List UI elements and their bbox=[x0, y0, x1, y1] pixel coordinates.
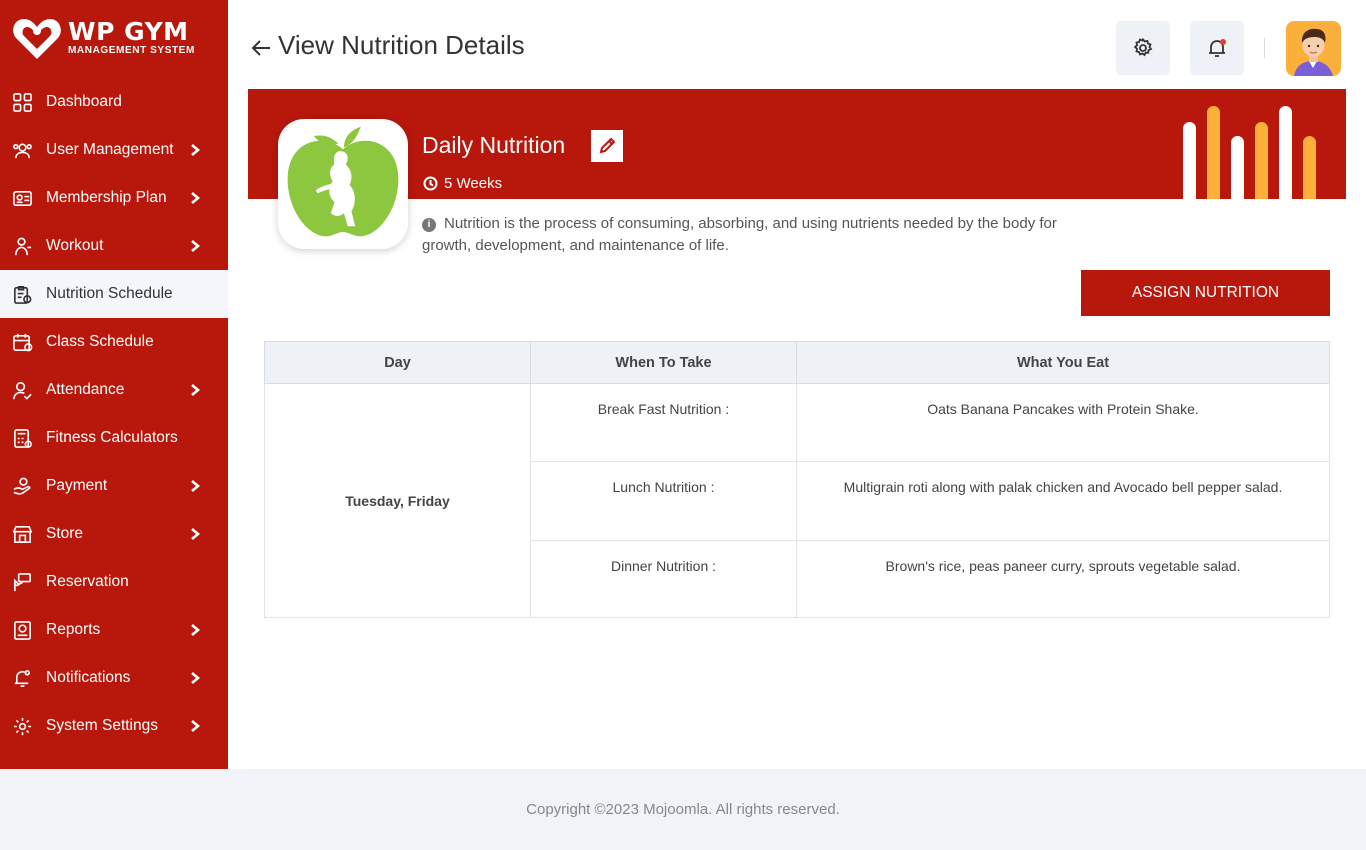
column-header-day: Day bbox=[264, 341, 531, 384]
duration-text: 5 Weeks bbox=[444, 175, 503, 192]
header: View Nutrition Details bbox=[228, 0, 1366, 89]
clock-icon bbox=[423, 176, 438, 191]
brand-subtitle: MANAGEMENT SYSTEM bbox=[68, 45, 195, 56]
nutrition-image bbox=[278, 119, 408, 249]
what-cell: Brown's rice, peas paneer curry, sprouts… bbox=[796, 540, 1330, 618]
workout-icon bbox=[11, 235, 33, 257]
page-title-text: View Nutrition Details bbox=[278, 30, 525, 60]
chevron-right-icon bbox=[188, 671, 202, 685]
column-header-what: What You Eat bbox=[796, 341, 1330, 384]
sidebar-item-label: Attendance bbox=[46, 381, 125, 398]
sidebar-item-label: Payment bbox=[46, 477, 108, 494]
when-cell: Break Fast Nutrition : bbox=[530, 383, 797, 462]
table-row: Tuesday, Friday Break Fast Nutrition : O… bbox=[264, 383, 1330, 618]
notifications-button[interactable] bbox=[1190, 21, 1244, 75]
table-header-row: Day When To Take What You Eat bbox=[264, 341, 1330, 384]
footer: Copyright ©2023 Mojoomla. All rights res… bbox=[0, 769, 1366, 850]
when-cell: Dinner Nutrition : bbox=[530, 540, 797, 618]
sidebar-item-nutrition-schedule[interactable]: Nutrition Schedule bbox=[0, 270, 228, 318]
chevron-right-icon bbox=[188, 383, 202, 397]
membership-card-icon bbox=[11, 187, 33, 209]
chevron-right-icon bbox=[188, 239, 202, 253]
apple-woman-icon bbox=[287, 126, 399, 237]
sidebar-item-notifications[interactable]: Notifications bbox=[0, 654, 228, 702]
sidebar-item-system-settings[interactable]: System Settings bbox=[0, 702, 228, 750]
sidebar-menu: Dashboard User Management Membership Pla… bbox=[0, 78, 228, 750]
chevron-right-icon bbox=[188, 191, 202, 205]
sidebar-item-attendance[interactable]: Attendance bbox=[0, 366, 228, 414]
sidebar-item-label: Nutrition Schedule bbox=[46, 285, 173, 302]
reports-icon bbox=[11, 619, 33, 641]
brand-title: WP GYM bbox=[68, 17, 189, 46]
sidebar-item-store[interactable]: Store bbox=[0, 510, 228, 558]
payment-icon bbox=[11, 475, 33, 497]
users-icon bbox=[11, 139, 33, 161]
sidebar-item-membership-plan[interactable]: Membership Plan bbox=[0, 174, 228, 222]
sidebar-item-reservation[interactable]: Reservation bbox=[0, 558, 228, 606]
info-icon: i bbox=[422, 218, 436, 232]
gear-icon bbox=[11, 715, 33, 737]
gear-icon bbox=[1133, 37, 1153, 57]
sidebar-item-label: User Management bbox=[46, 141, 174, 158]
chevron-right-icon bbox=[188, 719, 202, 733]
nutrition-description: i Nutrition is the process of consuming, … bbox=[422, 213, 1102, 257]
sidebar-item-payment[interactable]: Payment bbox=[0, 462, 228, 510]
assign-nutrition-button[interactable]: ASSIGN NUTRITION bbox=[1081, 270, 1330, 316]
what-cell: Oats Banana Pancakes with Protein Shake. bbox=[796, 383, 1330, 462]
sidebar-item-label: Reservation bbox=[46, 573, 129, 590]
settings-button[interactable] bbox=[1116, 21, 1170, 75]
sidebar-item-label: Store bbox=[46, 525, 84, 542]
heart-logo-icon bbox=[13, 19, 61, 59]
when-cell: Lunch Nutrition : bbox=[530, 461, 797, 541]
avatar[interactable] bbox=[1286, 21, 1341, 76]
copyright-text: Copyright ©2023 Mojoomla. All rights res… bbox=[526, 801, 840, 818]
chevron-right-icon bbox=[188, 143, 202, 157]
nutrition-table: Day When To Take What You Eat Tuesday, F… bbox=[264, 341, 1330, 618]
sidebar-item-user-management[interactable]: User Management bbox=[0, 126, 228, 174]
sidebar-item-label: Notifications bbox=[46, 669, 131, 686]
edit-button[interactable] bbox=[591, 130, 623, 162]
description-text: Nutrition is the process of consuming, a… bbox=[422, 215, 1057, 254]
brand-logo[interactable]: WP GYM MANAGEMENT SYSTEM bbox=[12, 14, 222, 62]
chevron-right-icon bbox=[188, 623, 202, 637]
decorative-bars bbox=[1183, 106, 1316, 199]
sidebar-item-fitness-calculators[interactable]: Fitness Calculators bbox=[0, 414, 228, 462]
bell-icon bbox=[11, 667, 33, 689]
nutrition-banner bbox=[248, 89, 1346, 199]
attendance-icon bbox=[11, 379, 33, 401]
sidebar-item-workout[interactable]: Workout bbox=[0, 222, 228, 270]
sidebar-item-label: Workout bbox=[46, 237, 104, 254]
sidebar-item-label: Membership Plan bbox=[46, 189, 167, 206]
calendar-icon bbox=[11, 331, 33, 353]
divider bbox=[1264, 38, 1265, 58]
sidebar: WP GYM MANAGEMENT SYSTEM Dashboard User … bbox=[0, 0, 228, 769]
clipboard-icon bbox=[11, 283, 33, 305]
sidebar-item-label: Fitness Calculators bbox=[46, 429, 178, 446]
calculator-icon bbox=[11, 427, 33, 449]
day-cell: Tuesday, Friday bbox=[264, 383, 531, 618]
page-title: View Nutrition Details bbox=[250, 30, 525, 61]
chevron-right-icon bbox=[188, 479, 202, 493]
sidebar-item-class-schedule[interactable]: Class Schedule bbox=[0, 318, 228, 366]
back-arrow-icon[interactable] bbox=[250, 35, 272, 57]
chevron-right-icon bbox=[188, 527, 202, 541]
user-avatar-icon bbox=[1294, 28, 1333, 76]
sidebar-item-reports[interactable]: Reports bbox=[0, 606, 228, 654]
sidebar-item-label: Dashboard bbox=[46, 93, 122, 110]
sidebar-item-label: System Settings bbox=[46, 717, 158, 734]
sidebar-item-dashboard[interactable]: Dashboard bbox=[0, 78, 228, 126]
what-cell: Multigrain roti along with palak chicken… bbox=[796, 461, 1330, 541]
reservation-icon bbox=[11, 571, 33, 593]
pencil-icon bbox=[599, 137, 616, 154]
column-header-when: When To Take bbox=[530, 341, 797, 384]
nutrition-name: Daily Nutrition bbox=[422, 132, 566, 158]
sidebar-item-label: Reports bbox=[46, 621, 101, 638]
store-icon bbox=[11, 523, 33, 545]
sidebar-item-label: Class Schedule bbox=[46, 333, 154, 350]
notification-dot bbox=[1220, 39, 1226, 45]
dashboard-icon bbox=[11, 91, 33, 113]
duration: 5 Weeks bbox=[423, 175, 502, 192]
